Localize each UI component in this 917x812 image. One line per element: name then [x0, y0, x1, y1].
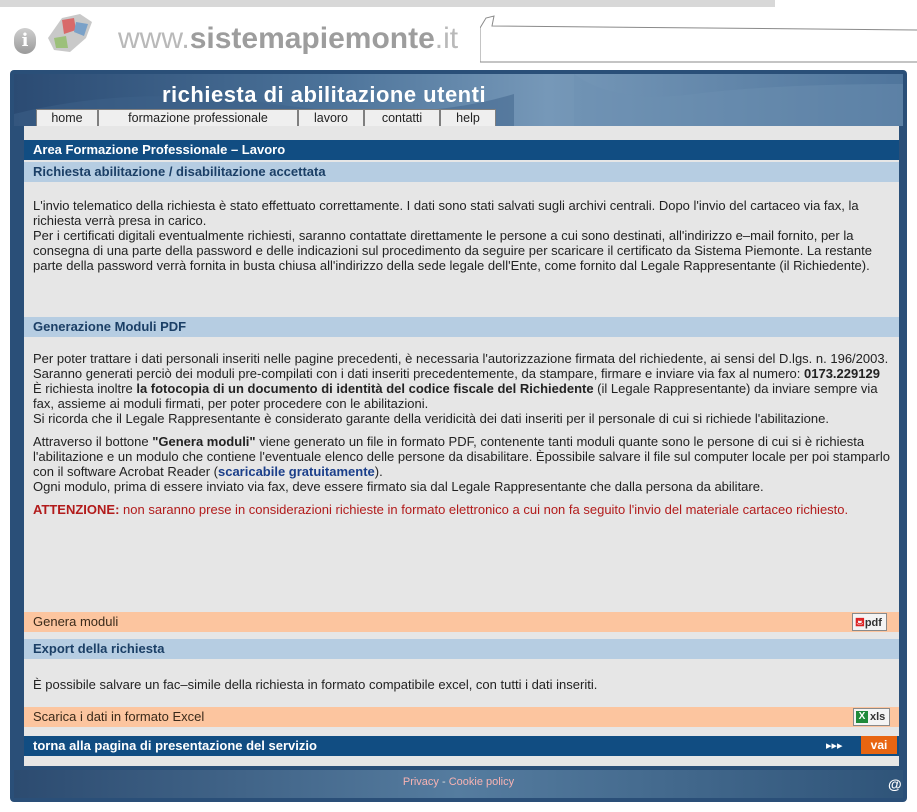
excel-bar[interactable]: Scarica i dati in formato Excel	[24, 707, 899, 727]
arrows-icon: ▸▸▸	[826, 740, 843, 752]
at-icon[interactable]: @	[888, 776, 902, 792]
genera-moduli-bar[interactable]: Genera moduli	[24, 612, 899, 632]
logo-suffix: .it	[434, 22, 459, 55]
xls-button[interactable]: Xxls	[853, 708, 891, 726]
pdf-paragraph-4: Attraverso il bottone "Genera moduli" vi…	[33, 434, 893, 479]
pdf-paragraph-3: Si ricorda che il Legale Rappresentante …	[33, 411, 829, 426]
pdf-button-label: pdf	[864, 617, 882, 629]
header-tab-outline	[480, 15, 917, 63]
export-title-bar: Export della richiesta	[24, 639, 899, 659]
piemonte-logo-icon	[48, 14, 92, 52]
pdf-p4-d: ).	[374, 464, 383, 479]
area-title-bar: Area Formazione Professionale – Lavoro	[24, 140, 899, 160]
back-label[interactable]: torna alla pagina di presentazione del s…	[33, 738, 317, 753]
pdf-paragraph-2: È richiesta inoltre la fotocopia di un d…	[33, 381, 893, 411]
request-paragraph-2: Per i certificati digitali eventualmente…	[33, 228, 872, 273]
nav-tab-formazione[interactable]: formazione professionale	[98, 109, 298, 126]
attention-paragraph: ATTENZIONE: non saranno prese in conside…	[33, 502, 893, 517]
request-paragraph-1: L'invio telematico della richiesta è sta…	[33, 198, 859, 228]
logo-prefix: www.	[118, 22, 190, 55]
pdf-p1-text: Per poter trattare i dati personali inse…	[33, 351, 889, 381]
xls-button-label: xls	[870, 711, 886, 723]
footer-links: Privacy - Cookie policy	[0, 776, 917, 788]
pdf-p2-a: È richiesta inoltre	[33, 381, 137, 396]
site-logo-text[interactable]: www.sistemapiemonte.it	[118, 22, 458, 56]
pdf-title-bar: Generazione Moduli PDF	[24, 317, 899, 337]
pdf-button[interactable]: ⛾pdf	[852, 613, 887, 631]
nav-tab-lavoro[interactable]: lavoro	[298, 109, 364, 126]
pdf-icon: ⛾	[855, 615, 865, 629]
main-nav: home formazione professionale lavoro con…	[36, 109, 496, 126]
nav-tab-contatti[interactable]: contatti	[364, 109, 440, 126]
pdf-p4-a: Attraverso il bottone	[33, 434, 153, 449]
export-text: È possibile salvare un fac–simile della …	[33, 677, 598, 692]
info-icon[interactable]: i	[14, 28, 36, 54]
fax-number: 0173.229129	[804, 366, 880, 381]
logo-name: sistemapiemonte	[189, 22, 435, 55]
request-title-bar: Richiesta abilitazione / disabilitazione…	[24, 162, 899, 182]
acrobat-download-link[interactable]: scaricabile gratuitamente	[218, 464, 375, 479]
page-title: richiesta di abilitazione utenti	[162, 82, 487, 107]
request-title: Richiesta abilitazione / disabilitazione…	[33, 164, 326, 179]
excel-icon: X	[856, 711, 868, 724]
request-text: L'invio telematico della richiesta è sta…	[33, 198, 893, 273]
nav-tab-help[interactable]: help	[440, 109, 496, 126]
genera-moduli-label[interactable]: Genera moduli	[33, 614, 118, 629]
cookie-policy-link[interactable]: Cookie policy	[449, 776, 514, 788]
back-bar[interactable]: torna alla pagina di presentazione del s…	[24, 736, 899, 756]
attention-label: ATTENZIONE:	[33, 502, 120, 517]
pdf-text: Per poter trattare i dati personali inse…	[33, 351, 893, 517]
top-gray-strip	[0, 0, 775, 7]
nav-tab-home[interactable]: home	[36, 109, 98, 126]
excel-label[interactable]: Scarica i dati in formato Excel	[33, 709, 204, 724]
pdf-p4-bold: "Genera moduli"	[152, 434, 256, 449]
attention-text: non saranno prese in considerazioni rich…	[119, 502, 849, 517]
privacy-link[interactable]: Privacy	[403, 776, 439, 788]
vai-button[interactable]: vai	[861, 736, 897, 754]
pdf-paragraph-5: Ogni modulo, prima di essere inviato via…	[33, 479, 764, 494]
pdf-paragraph-1: Per poter trattare i dati personali inse…	[33, 351, 893, 381]
pdf-p2-bold: la fotocopia di un documento di identità…	[136, 381, 594, 396]
footer-separator: -	[438, 776, 449, 788]
